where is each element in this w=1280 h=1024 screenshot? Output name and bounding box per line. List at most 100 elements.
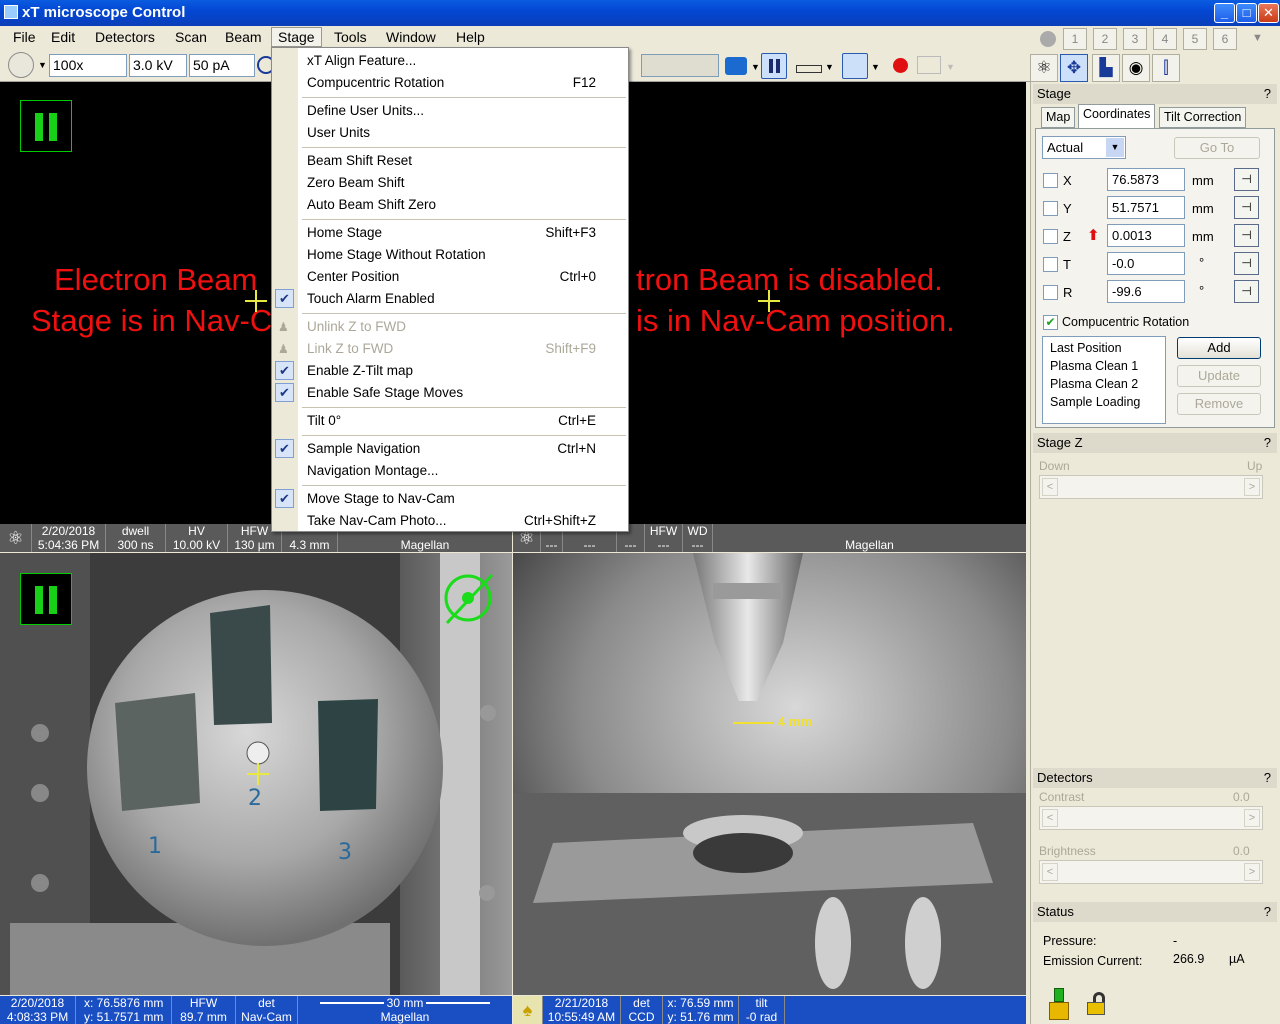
menu-stage[interactable]: Stage <box>271 27 322 47</box>
preset-button-5[interactable]: 5 <box>1183 28 1207 50</box>
scan-strip-icon[interactable] <box>796 65 822 73</box>
position-mode-select[interactable]: Actual ▼ <box>1042 136 1126 159</box>
camera-icon[interactable] <box>725 57 747 75</box>
remove-button[interactable]: Remove <box>1177 393 1261 415</box>
preset-button-3[interactable]: 3 <box>1123 28 1147 50</box>
stage-nav-icon[interactable]: ✥ <box>1060 54 1088 82</box>
x-checkbox[interactable] <box>1043 173 1058 188</box>
y-checkbox[interactable] <box>1043 201 1058 216</box>
menu-help[interactable]: Help <box>456 29 485 45</box>
y-input[interactable]: 51.7571 <box>1107 196 1185 219</box>
pause-button[interactable] <box>761 53 787 79</box>
z-checkbox[interactable] <box>1043 229 1058 244</box>
stage-z-slider[interactable]: < > <box>1039 475 1263 499</box>
menu-item-enable-safe-stage-moves[interactable]: Enable Safe Stage Moves <box>307 385 463 400</box>
add-button[interactable]: Add <box>1177 337 1261 359</box>
list-item[interactable]: Plasma Clean 2 <box>1050 375 1158 393</box>
go-to-button[interactable]: Go To <box>1174 137 1260 159</box>
menu-scan[interactable]: Scan <box>175 29 207 45</box>
z-pin-button[interactable]: ⊣ <box>1234 224 1259 247</box>
menu-item-enable-z-tilt-map[interactable]: Enable Z-Tilt map <box>307 363 413 378</box>
y-pin-button[interactable]: ⊣ <box>1234 196 1259 219</box>
r-checkbox[interactable] <box>1043 285 1058 300</box>
list-item[interactable]: Last Position <box>1050 339 1158 357</box>
dropdown-arrow-icon[interactable]: ▼ <box>825 62 834 72</box>
menu-item-tilt-zero[interactable]: Tilt 0° <box>307 413 341 428</box>
contrast-slider[interactable]: < > <box>1039 806 1263 830</box>
tab-map[interactable]: Map <box>1041 107 1076 128</box>
t-input[interactable]: -0.0 <box>1107 252 1185 275</box>
tab-tilt-correction[interactable]: Tilt Correction <box>1159 107 1247 128</box>
eye-icon[interactable]: ◉ <box>1122 54 1150 82</box>
magnification-field[interactable]: 100x <box>49 54 127 77</box>
positions-list[interactable]: Last Position Plasma Clean 1 Plasma Clea… <box>1042 336 1166 424</box>
dropdown-arrow-icon[interactable]: ▼ <box>871 62 880 72</box>
sliders-icon[interactable]: ⫿ <box>1152 54 1180 82</box>
chevron-right-icon[interactable]: > <box>1244 478 1260 496</box>
help-icon[interactable]: ? <box>1264 435 1271 450</box>
menu-item-touch-alarm-enabled[interactable]: Touch Alarm Enabled <box>307 291 435 306</box>
navcam-view[interactable]: 1 2 3 <box>0 553 512 995</box>
beam-current-field[interactable]: 50 pA <box>189 54 255 77</box>
x-input[interactable]: 76.5873 <box>1107 168 1185 191</box>
brightness-slider[interactable]: < > <box>1039 860 1263 884</box>
menu-item-home-stage[interactable]: Home Stage <box>307 225 382 240</box>
preset-dial-icon[interactable] <box>1040 31 1056 47</box>
chevron-left-icon[interactable]: < <box>1042 809 1058 827</box>
r-input[interactable]: -99.6 <box>1107 280 1185 303</box>
unlocked-icon[interactable] <box>1087 992 1107 1016</box>
menu-beam[interactable]: Beam <box>225 29 262 45</box>
menu-item-navigation-montage[interactable]: Navigation Montage... <box>307 463 438 478</box>
update-button[interactable]: Update <box>1177 365 1261 387</box>
menu-item-auto-beam-shift-zero[interactable]: Auto Beam Shift Zero <box>307 197 436 212</box>
preset-button-6[interactable]: 6 <box>1213 28 1237 50</box>
menu-item-xt-align-feature[interactable]: xT Align Feature... <box>307 53 416 68</box>
chevron-right-icon[interactable]: > <box>1244 809 1260 827</box>
chevron-right-icon[interactable]: > <box>1244 863 1260 881</box>
menu-item-center-position[interactable]: Center Position <box>307 269 399 284</box>
compucentric-checkbox[interactable]: ✔ <box>1043 315 1058 330</box>
record-icon[interactable] <box>893 58 908 73</box>
menu-item-move-stage-to-nav-cam[interactable]: Move Stage to Nav-Cam <box>307 491 455 506</box>
tab-coordinates[interactable]: Coordinates <box>1078 104 1156 128</box>
lens-icon[interactable] <box>842 53 868 79</box>
list-item[interactable]: Sample Loading <box>1050 393 1158 411</box>
magnification-dial-icon[interactable] <box>8 52 34 78</box>
preset-button-1[interactable]: 1 <box>1063 28 1087 50</box>
menu-item-sample-navigation[interactable]: Sample Navigation <box>307 441 420 456</box>
menu-file[interactable]: File <box>13 29 36 45</box>
menu-item-beam-shift-reset[interactable]: Beam Shift Reset <box>307 153 412 168</box>
z-input[interactable]: 0.0013 <box>1107 224 1185 247</box>
preset-button-2[interactable]: 2 <box>1093 28 1117 50</box>
dropdown-arrow-icon[interactable]: ▼ <box>751 62 760 72</box>
preset-dropdown-icon[interactable]: ▼ <box>1252 32 1263 44</box>
menu-item-zero-beam-shift[interactable]: Zero Beam Shift <box>307 175 405 190</box>
hv-field[interactable]: 3.0 kV <box>129 54 187 77</box>
x-pin-button[interactable]: ⊣ <box>1234 168 1259 191</box>
atom-icon[interactable]: ⚛ <box>1030 54 1058 82</box>
menu-item-user-units[interactable]: User Units <box>307 125 370 140</box>
help-icon[interactable]: ? <box>1264 86 1271 101</box>
dropdown-arrow-icon[interactable]: ▼ <box>38 60 47 70</box>
lightbulb-icon[interactable]: ♠ <box>513 996 543 1024</box>
ccd-view[interactable]: 4 mm <box>513 553 1026 995</box>
r-pin-button[interactable]: ⊣ <box>1234 280 1259 303</box>
menu-window[interactable]: Window <box>386 29 436 45</box>
menu-item-home-stage-without-rotation[interactable]: Home Stage Without Rotation <box>307 247 486 262</box>
menu-edit[interactable]: Edit <box>51 29 75 45</box>
preset-button-4[interactable]: 4 <box>1153 28 1177 50</box>
chart-icon[interactable]: ▙ <box>1092 54 1120 82</box>
list-item[interactable]: Plasma Clean 1 <box>1050 357 1158 375</box>
t-checkbox[interactable] <box>1043 257 1058 272</box>
maximize-button[interactable]: □ <box>1236 3 1257 23</box>
menu-tools[interactable]: Tools <box>334 29 367 45</box>
chevron-down-icon[interactable]: ▼ <box>1106 138 1124 157</box>
menu-item-define-user-units[interactable]: Define User Units... <box>307 103 424 118</box>
close-button[interactable]: ✕ <box>1258 3 1279 23</box>
chevron-left-icon[interactable]: < <box>1042 478 1058 496</box>
t-pin-button[interactable]: ⊣ <box>1234 252 1259 275</box>
chevron-left-icon[interactable]: < <box>1042 863 1058 881</box>
menu-item-compucentric-rotation[interactable]: Compucentric Rotation <box>307 75 444 90</box>
menu-detectors[interactable]: Detectors <box>95 29 155 45</box>
minimize-button[interactable]: _ <box>1214 3 1235 23</box>
